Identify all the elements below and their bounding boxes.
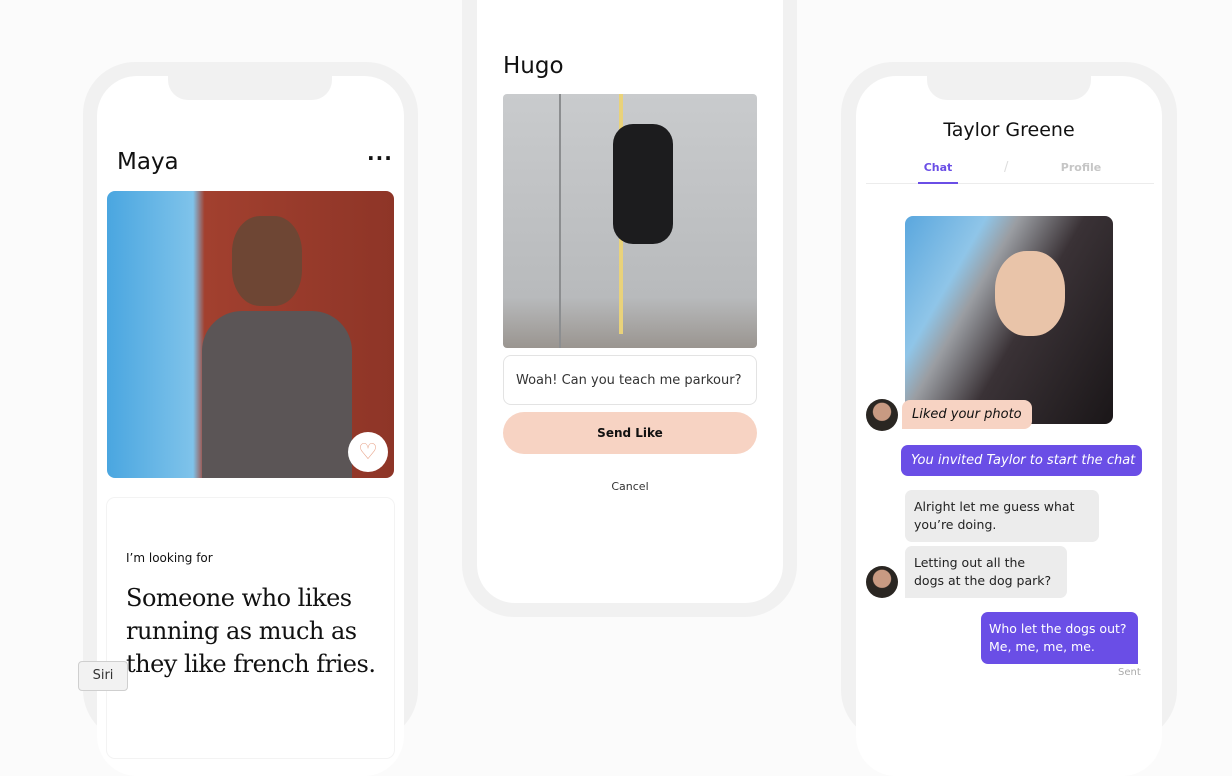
- phone-hugo: Hugo Woah! Can you teach me parkour? Sen…: [462, 0, 797, 617]
- message-bubble: Who let the dogs out? Me, me, me, me.: [981, 612, 1138, 664]
- send-like-button[interactable]: Send Like: [503, 412, 757, 454]
- comment-input[interactable]: Woah! Can you teach me parkour?: [503, 355, 757, 405]
- tab-separator: /: [1004, 160, 1009, 175]
- tab-profile[interactable]: Profile: [1056, 161, 1106, 174]
- looking-for-text: Someone who likes running as much as the…: [126, 584, 376, 678]
- hugo-photo: [503, 94, 757, 348]
- message-bubble: Letting out all the dogs at the dog park…: [905, 546, 1067, 598]
- profile-name: Maya: [117, 149, 179, 175]
- invite-status-bubble: You invited Taylor to start the chat: [901, 445, 1142, 476]
- maya-photo: [107, 191, 394, 478]
- siri-button[interactable]: Siri: [78, 661, 128, 691]
- looking-for-label: I’m looking for: [126, 551, 213, 565]
- looking-for-card: I’m looking for Someone who likes runnin…: [107, 498, 394, 758]
- message-status: Sent: [1118, 667, 1141, 678]
- liked-photo-bubble: Liked your photo: [902, 400, 1032, 429]
- liked-photo[interactable]: [905, 216, 1113, 424]
- phone-chat: Taylor Greene Chat / Profile Liked your …: [841, 62, 1177, 776]
- notch: [927, 76, 1091, 100]
- more-options-icon[interactable]: ···: [367, 146, 393, 170]
- notch: [168, 76, 332, 100]
- message-bubble: Alright let me guess what you’re doing.: [905, 490, 1099, 542]
- avatar: [866, 566, 898, 598]
- avatar: [866, 399, 898, 431]
- cancel-button[interactable]: Cancel: [503, 480, 757, 493]
- profile-name: Hugo: [503, 53, 564, 79]
- chat-title: Taylor Greene: [943, 119, 1075, 141]
- tab-chat[interactable]: Chat: [918, 161, 958, 184]
- like-button[interactable]: ♡: [348, 432, 388, 472]
- heart-icon: ♡: [358, 439, 378, 465]
- phone-maya: Maya ··· ♡ I’m looking for Someone who l…: [83, 62, 418, 776]
